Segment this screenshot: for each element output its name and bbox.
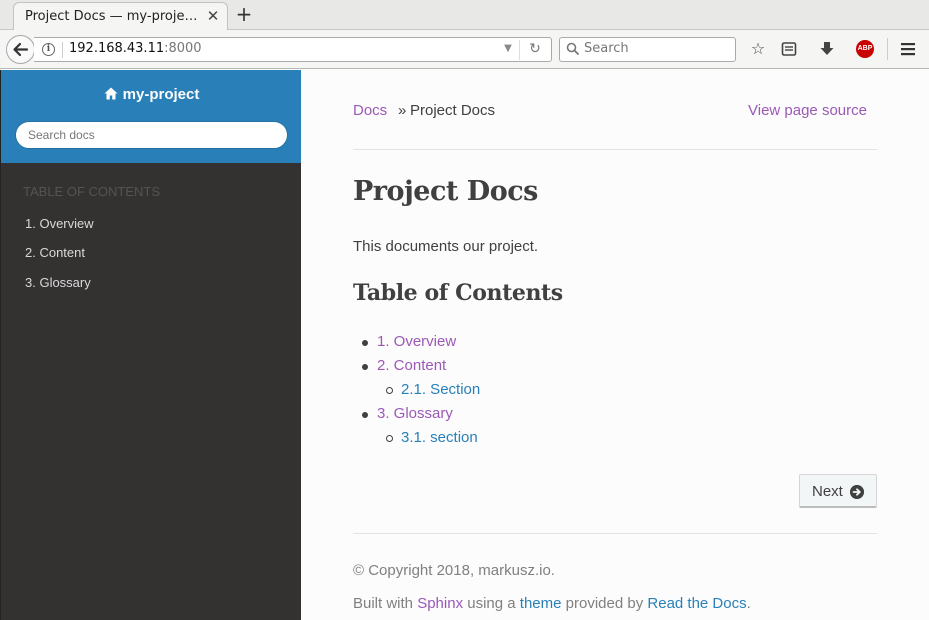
sidebar-header: my-project Search docs <box>1 70 302 163</box>
project-home-link[interactable]: my-project <box>1 86 302 103</box>
adblock-icon[interactable]: ABP <box>856 40 874 58</box>
sidebar-toc-caption: TABLE OF CONTENTS <box>23 184 160 199</box>
project-name: my-project <box>122 86 200 103</box>
list-bullet <box>362 412 368 418</box>
bookmark-star-icon[interactable]: ☆ <box>748 39 768 59</box>
page-title: Project Docs <box>353 176 538 207</box>
search-icon <box>566 42 580 56</box>
divider <box>353 149 877 150</box>
docs-search-placeholder: Search docs <box>28 128 95 142</box>
read-the-docs-link[interactable]: Read the Docs <box>647 595 746 612</box>
list-bullet <box>362 340 368 346</box>
next-button-label: Next <box>812 483 843 500</box>
toc-link-glossary-section[interactable]: 3.1. section <box>401 429 478 446</box>
site-info-icon[interactable]: i <box>42 43 55 56</box>
url-dropdown-icon[interactable]: ▼ <box>501 42 515 56</box>
docs-sidebar: my-project Search docs TABLE OF CONTENTS… <box>0 70 302 620</box>
sidebar-item-glossary[interactable]: 3. Glossary <box>25 275 91 290</box>
list-bullet <box>386 387 393 394</box>
close-tab-icon[interactable]: ✕ <box>205 7 221 25</box>
home-icon <box>104 87 118 100</box>
main-content: Docs » Project Docs View page source Pro… <box>301 70 929 620</box>
download-icon[interactable] <box>817 39 837 59</box>
tab-title: Project Docs — my-proje… <box>25 9 198 24</box>
back-button[interactable] <box>6 35 35 64</box>
reload-icon[interactable]: ↻ <box>527 41 543 57</box>
footer-text: . <box>746 595 751 612</box>
toc-link-glossary[interactable]: 3. Glossary <box>377 405 453 422</box>
back-arrow-icon <box>13 42 29 57</box>
url-divider <box>519 40 520 60</box>
sphinx-link[interactable]: Sphinx <box>417 595 463 612</box>
next-button[interactable]: Next <box>799 474 877 508</box>
docs-search-input[interactable]: Search docs <box>15 121 288 149</box>
intro-paragraph: This documents our project. <box>353 238 539 255</box>
list-bullet <box>362 364 368 370</box>
reading-list-icon[interactable] <box>779 39 799 59</box>
view-page-source-link[interactable]: View page source <box>748 102 867 119</box>
footer-text: Built with <box>353 595 418 612</box>
navigation-bar: i 192.168.43.11:8000 ▼ ↻ Search ☆ ABP <box>0 30 929 69</box>
footer-text: provided by <box>561 595 648 612</box>
url-host: 192.168.43.11 <box>69 41 165 56</box>
toc-link-overview[interactable]: 1. Overview <box>377 333 456 350</box>
footer-copyright: © Copyright 2018, markusz.io. <box>353 562 555 579</box>
hamburger-menu-icon[interactable] <box>898 39 918 59</box>
url-bar[interactable]: i 192.168.43.11:8000 ▼ ↻ <box>34 37 552 62</box>
breadcrumb-docs-link[interactable]: Docs <box>353 102 387 119</box>
divider <box>353 533 877 534</box>
toc-link-section[interactable]: 2.1. Section <box>401 381 480 398</box>
toc-heading: Table of Contents <box>353 280 563 306</box>
new-tab-icon[interactable]: + <box>234 4 254 24</box>
url-divider <box>62 42 63 58</box>
url-port: :8000 <box>164 41 202 56</box>
sidebar-item-overview[interactable]: 1. Overview <box>25 216 94 231</box>
footer-built-with: Built with Sphinx using a theme provided… <box>353 595 751 612</box>
theme-link[interactable]: theme <box>520 595 562 612</box>
footer-text: using a <box>463 595 520 612</box>
arrow-circle-right-icon <box>850 485 864 499</box>
sidebar-item-content[interactable]: 2. Content <box>25 245 85 260</box>
list-bullet <box>386 435 393 442</box>
search-placeholder: Search <box>584 41 629 56</box>
browser-tab[interactable]: Project Docs — my-proje… ✕ <box>13 2 228 31</box>
breadcrumb-separator: » <box>398 102 407 119</box>
toc-link-content[interactable]: 2. Content <box>377 357 446 374</box>
tab-bar: Project Docs — my-proje… ✕ + <box>0 0 929 31</box>
browser-search-input[interactable]: Search <box>559 37 736 62</box>
toolbar-divider <box>887 38 888 60</box>
url-text[interactable]: 192.168.43.11:8000 <box>69 41 202 56</box>
breadcrumb-current: Project Docs <box>410 102 496 119</box>
